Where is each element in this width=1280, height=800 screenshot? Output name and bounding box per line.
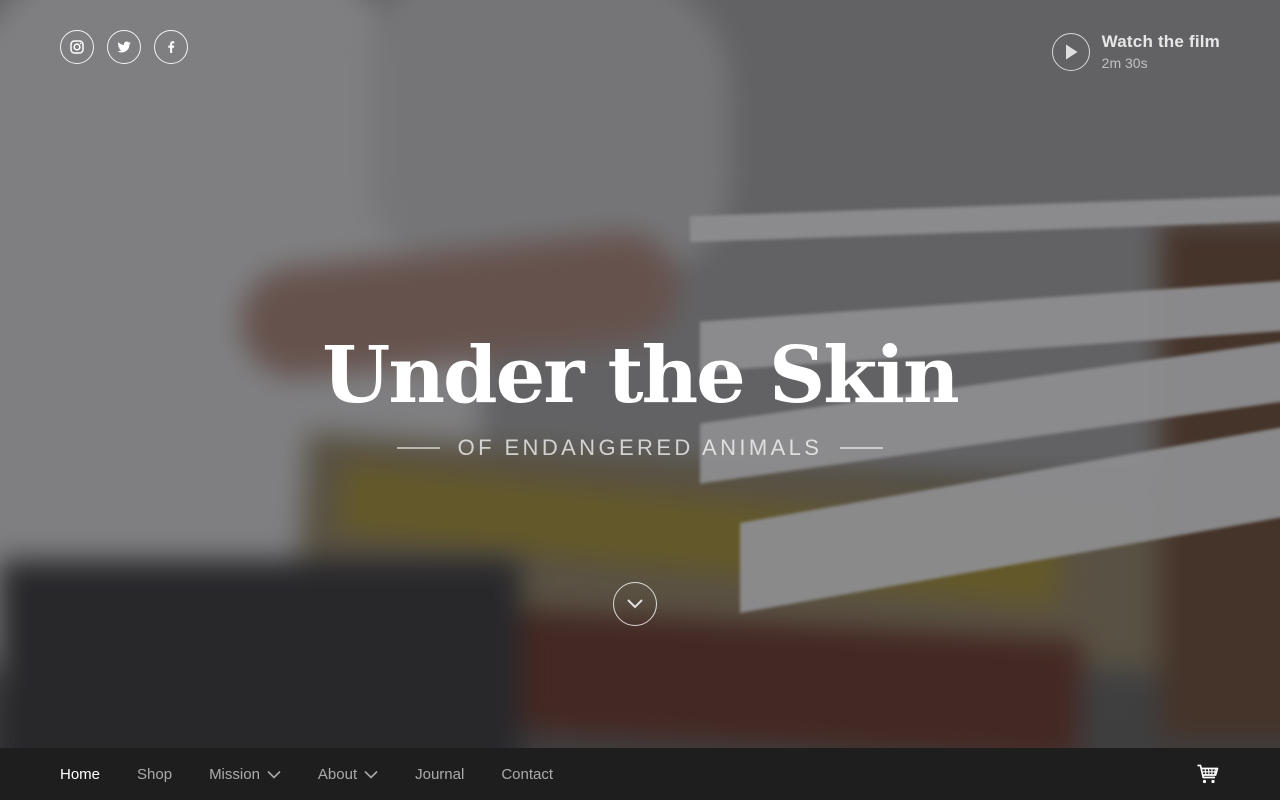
chevron-down-icon	[267, 770, 281, 779]
scroll-down-button[interactable]	[613, 582, 657, 626]
nav-item-contact[interactable]: Contact	[501, 766, 553, 783]
page-title: Under the Skin	[322, 330, 959, 421]
nav-item-label: Home	[60, 765, 101, 783]
film-duration: 2m 30s	[1101, 55, 1148, 71]
nav-items: Home Shop Mission About Journal Contact	[60, 766, 590, 783]
twitter-icon	[117, 41, 131, 53]
nav-item-about[interactable]: About	[318, 766, 378, 783]
play-button[interactable]	[1051, 32, 1090, 71]
nav-item-label: Contact	[501, 765, 554, 783]
page-subtitle: OF ENDANGERED ANIMALS	[457, 434, 823, 460]
instagram-icon	[70, 40, 84, 54]
nav-item-label: Mission	[209, 765, 260, 783]
nav-item-home[interactable]: Home	[60, 766, 100, 783]
watch-film-text: Watch the film 2m 30s	[1102, 32, 1220, 71]
facebook-button[interactable]	[154, 30, 188, 64]
nav-item-journal[interactable]: Journal	[415, 766, 464, 783]
chevron-down-icon	[627, 599, 643, 609]
instagram-button[interactable]	[60, 30, 94, 64]
nav-item-label: Shop	[137, 765, 173, 783]
nav-item-shop[interactable]: Shop	[137, 766, 172, 783]
nav-item-mission[interactable]: Mission	[209, 766, 281, 783]
nav-item-label: Journal	[415, 765, 465, 783]
bottom-navigation: Home Shop Mission About Journal Contact	[0, 748, 1280, 800]
chevron-down-icon	[364, 770, 378, 779]
social-links	[60, 30, 188, 64]
play-icon	[1065, 44, 1078, 59]
watch-film-title: Watch the film	[1101, 32, 1220, 51]
subtitle-rule-right	[840, 447, 884, 449]
facebook-icon	[168, 41, 175, 53]
subtitle-row: OF ENDANGERED ANIMALS	[0, 435, 1280, 461]
hero-heading: Under the Skin OF ENDANGERED ANIMALS	[0, 335, 1280, 461]
watch-film-button[interactable]: Watch the film 2m 30s	[1051, 32, 1220, 71]
twitter-button[interactable]	[107, 30, 141, 64]
subtitle-rule-left	[396, 447, 440, 449]
cart-icon[interactable]	[1196, 762, 1220, 786]
nav-item-label: About	[317, 765, 358, 783]
hero-section: Watch the film 2m 30s Under the Skin OF …	[0, 0, 1280, 748]
